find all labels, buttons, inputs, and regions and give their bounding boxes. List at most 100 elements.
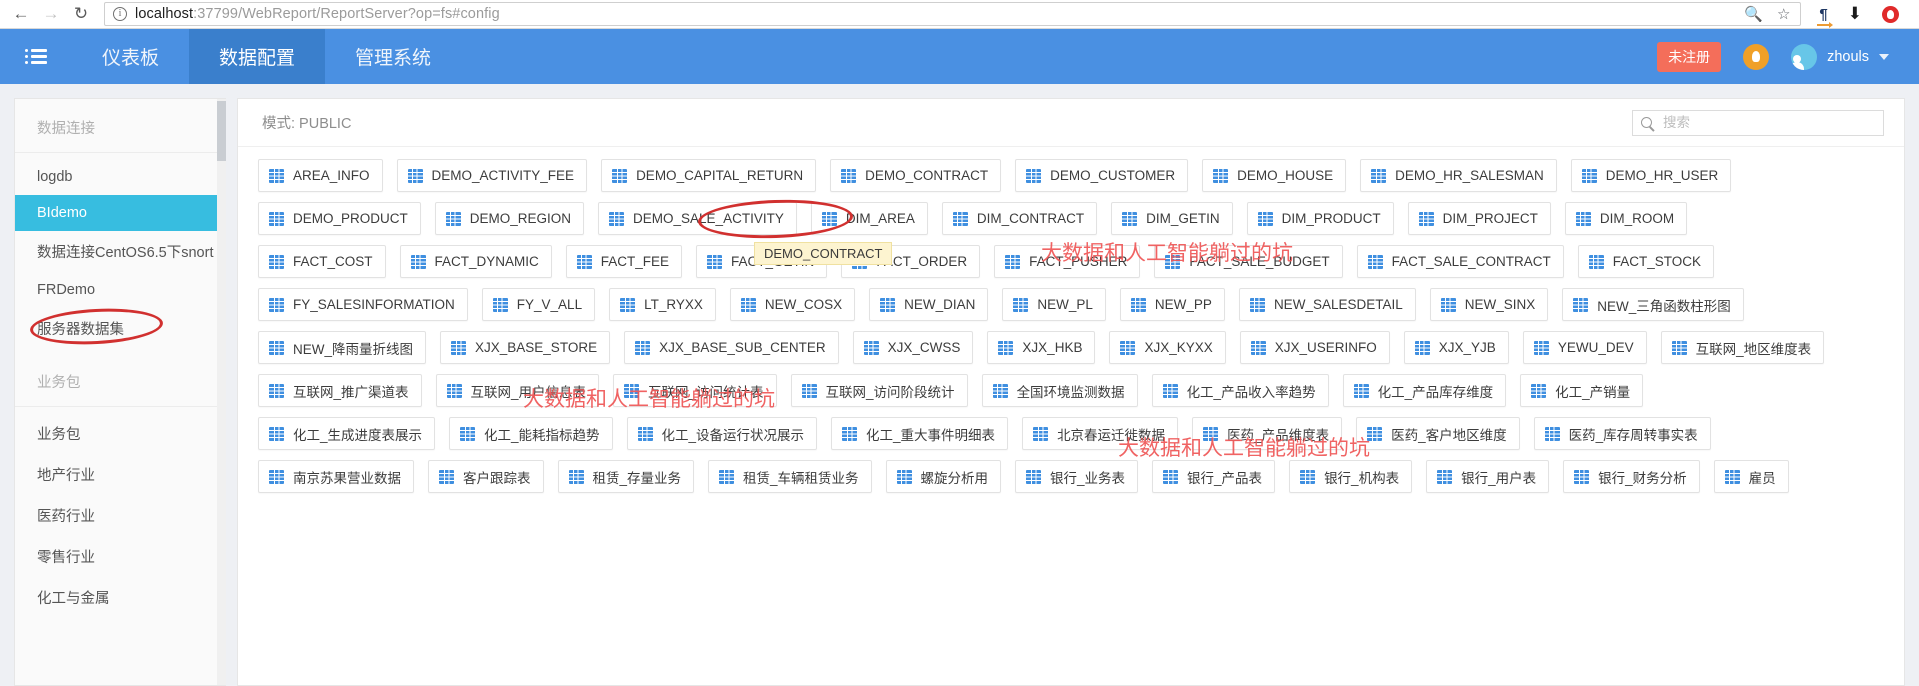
table-chip[interactable]: FACT_SALE_BUDGET bbox=[1154, 245, 1343, 278]
table-chip[interactable]: XJX_BASE_STORE bbox=[440, 331, 611, 364]
table-chip[interactable]: DIM_ROOM bbox=[1564, 202, 1688, 235]
sidebar-item-business-pack[interactable]: 业务包 bbox=[15, 413, 226, 454]
table-chip[interactable]: NEW_降雨量折线图 bbox=[258, 331, 427, 364]
table-chip[interactable]: 银行_产品表 bbox=[1152, 460, 1276, 493]
table-chip[interactable]: DEMO_HR_SALESMAN bbox=[1360, 159, 1557, 192]
table-chip[interactable]: NEW_PL bbox=[1002, 288, 1106, 321]
sidebar-item-retail[interactable]: 零售行业 bbox=[15, 536, 226, 577]
table-chip[interactable]: 互联网_访问阶段统计 bbox=[790, 374, 968, 407]
table-chip[interactable]: 银行_机构表 bbox=[1289, 460, 1413, 493]
table-chip[interactable]: 南京苏果营业数据 bbox=[258, 460, 414, 493]
table-chip[interactable]: XJX_BASE_SUB_CENTER bbox=[624, 331, 839, 364]
sidebar-item-logdb[interactable]: logdb bbox=[15, 159, 226, 195]
table-chip[interactable]: NEW_SINX bbox=[1429, 288, 1549, 321]
user-menu[interactable]: zhouls bbox=[1791, 43, 1889, 70]
table-chip[interactable]: NEW_三角函数柱形图 bbox=[1562, 288, 1744, 321]
table-chip[interactable]: FACT_SALE_CONTRACT bbox=[1356, 245, 1564, 278]
reload-icon[interactable]: ↻ bbox=[66, 1, 96, 27]
table-chip[interactable]: 雇员 bbox=[1713, 460, 1789, 493]
table-chip[interactable]: DEMO_CONTRACT bbox=[830, 159, 1002, 192]
table-chip[interactable]: FY_V_ALL bbox=[481, 288, 596, 321]
table-chip[interactable]: 化工_能耗指标趋势 bbox=[449, 417, 613, 450]
nav-tab-data-config[interactable]: 数据配置 bbox=[189, 29, 326, 84]
sidebar-item-server-dataset[interactable]: 服务器数据集 bbox=[15, 308, 226, 349]
table-chip[interactable]: DIM_PRODUCT bbox=[1246, 202, 1394, 235]
chevron-down-icon[interactable] bbox=[1879, 53, 1889, 60]
unregistered-badge[interactable]: 未注册 bbox=[1657, 41, 1722, 72]
table-chip[interactable]: NEW_PP bbox=[1119, 288, 1225, 321]
zoom-out-icon[interactable]: 🔍 bbox=[1744, 7, 1763, 22]
sidebar-item-chemical-metal[interactable]: 化工与金属 bbox=[15, 577, 226, 618]
table-chip[interactable]: NEW_COSX bbox=[729, 288, 856, 321]
back-arrow-icon[interactable]: ← bbox=[6, 1, 36, 27]
table-chip[interactable]: LT_RYXX bbox=[609, 288, 716, 321]
table-chip[interactable]: NEW_SALESDETAIL bbox=[1238, 288, 1416, 321]
pilcrow-translate-icon[interactable]: ¶ bbox=[1817, 6, 1834, 28]
table-chip[interactable]: FACT_PUSHER bbox=[994, 245, 1141, 278]
table-chip[interactable]: FY_SALESINFORMATION bbox=[258, 288, 468, 321]
table-chip[interactable]: 租赁_车辆租赁业务 bbox=[708, 460, 872, 493]
hamburger-menu-icon[interactable] bbox=[0, 29, 72, 84]
table-chip[interactable]: 化工_产销量 bbox=[1520, 374, 1644, 407]
table-chip[interactable]: FACT_DYNAMIC bbox=[399, 245, 552, 278]
sidebar-scrollbar-thumb[interactable] bbox=[217, 101, 226, 161]
table-chip[interactable]: 化工_生成进度表展示 bbox=[258, 417, 436, 450]
table-chip[interactable]: DEMO_PRODUCT bbox=[258, 202, 421, 235]
sidebar-item-centos-snort[interactable]: 数据连接CentOS6.5下snort bbox=[15, 231, 226, 272]
table-chip[interactable]: AREA_INFO bbox=[258, 159, 383, 192]
table-chip[interactable]: 化工_产品收入率趋势 bbox=[1151, 374, 1329, 407]
table-chip[interactable]: 互联网_用户信息表 bbox=[435, 374, 600, 407]
table-chip[interactable]: DIM_GETIN bbox=[1111, 202, 1233, 235]
nav-tab-dashboard[interactable]: 仪表板 bbox=[72, 29, 189, 84]
search-input[interactable] bbox=[1661, 114, 1875, 131]
table-chip[interactable]: DEMO_REGION bbox=[434, 202, 585, 235]
table-chip[interactable]: 互联网_访问统计表 bbox=[613, 374, 777, 407]
table-chip[interactable]: FACT_FEE bbox=[565, 245, 683, 278]
star-icon[interactable]: ☆ bbox=[1777, 7, 1790, 22]
table-chip[interactable]: 化工_设备运行状况展示 bbox=[626, 417, 818, 450]
table-chip[interactable]: 银行_用户表 bbox=[1426, 460, 1550, 493]
table-chip[interactable]: 螺旋分析用 bbox=[885, 460, 1002, 493]
table-chip[interactable]: DEMO_CAPITAL_RETURN bbox=[601, 159, 817, 192]
table-chip[interactable]: FACT_STOCK bbox=[1577, 245, 1714, 278]
address-bar[interactable]: i localhost:37799/WebReport/ReportServer… bbox=[104, 2, 1802, 26]
sidebar-item-pharma[interactable]: 医药行业 bbox=[15, 495, 226, 536]
table-chip[interactable]: 银行_业务表 bbox=[1015, 460, 1139, 493]
sidebar-item-bidemo[interactable]: BIdemo bbox=[15, 195, 226, 231]
table-chip[interactable]: DIM_AREA bbox=[810, 202, 928, 235]
site-info-icon[interactable]: i bbox=[113, 7, 127, 21]
table-chip[interactable]: 互联网_推广渠道表 bbox=[258, 374, 422, 407]
table-chip[interactable]: 全国环境监测数据 bbox=[981, 374, 1138, 407]
table-chip[interactable]: 医药_客户地区维度 bbox=[1356, 417, 1520, 450]
table-chip[interactable]: 化工_产品库存维度 bbox=[1342, 374, 1507, 407]
download-icon[interactable]: ⬇ bbox=[1848, 4, 1862, 24]
table-chip[interactable]: XJX_HKB bbox=[987, 331, 1096, 364]
table-chip[interactable]: 北京春运迁徙数据 bbox=[1022, 417, 1179, 450]
opera-menu-icon[interactable] bbox=[1882, 5, 1899, 23]
table-chip[interactable]: XJX_YJB bbox=[1403, 331, 1509, 364]
table-chip[interactable]: DEMO_SALE_ACTIVITY bbox=[598, 202, 797, 235]
table-chip[interactable]: XJX_CWSS bbox=[852, 331, 974, 364]
table-chip[interactable]: 医药_产品维度表 bbox=[1192, 417, 1343, 450]
notification-bell-icon[interactable] bbox=[1743, 43, 1770, 70]
table-chip[interactable]: DEMO_CUSTOMER bbox=[1015, 159, 1189, 192]
table-chip[interactable]: YEWU_DEV bbox=[1522, 331, 1647, 364]
table-chip[interactable]: 化工_重大事件明细表 bbox=[831, 417, 1009, 450]
table-chip[interactable]: 客户跟踪表 bbox=[428, 460, 544, 493]
table-chip[interactable]: DEMO_ACTIVITY_FEE bbox=[396, 159, 588, 192]
table-chip[interactable]: 互联网_地区维度表 bbox=[1660, 331, 1825, 364]
table-chip[interactable]: FACT_COST bbox=[258, 245, 386, 278]
nav-tab-management[interactable]: 管理系统 bbox=[325, 29, 461, 84]
table-chip[interactable]: 租赁_存量业务 bbox=[557, 460, 695, 493]
sidebar-scrollbar[interactable] bbox=[217, 99, 226, 685]
table-chip[interactable]: DIM_CONTRACT bbox=[941, 202, 1098, 235]
search-box[interactable] bbox=[1632, 109, 1884, 136]
table-chip[interactable]: XJX_USERINFO bbox=[1239, 331, 1390, 364]
sidebar-item-frdemo[interactable]: FRDemo bbox=[15, 272, 226, 308]
table-chip[interactable]: NEW_DIAN bbox=[869, 288, 989, 321]
table-chip[interactable]: 银行_财务分析 bbox=[1563, 460, 1700, 493]
table-chip[interactable]: DEMO_HOUSE bbox=[1202, 159, 1347, 192]
sidebar-item-realestate[interactable]: 地产行业 bbox=[15, 454, 226, 495]
table-chip[interactable]: DIM_PROJECT bbox=[1407, 202, 1551, 235]
table-chip[interactable]: 医药_库存周转事实表 bbox=[1533, 417, 1711, 450]
